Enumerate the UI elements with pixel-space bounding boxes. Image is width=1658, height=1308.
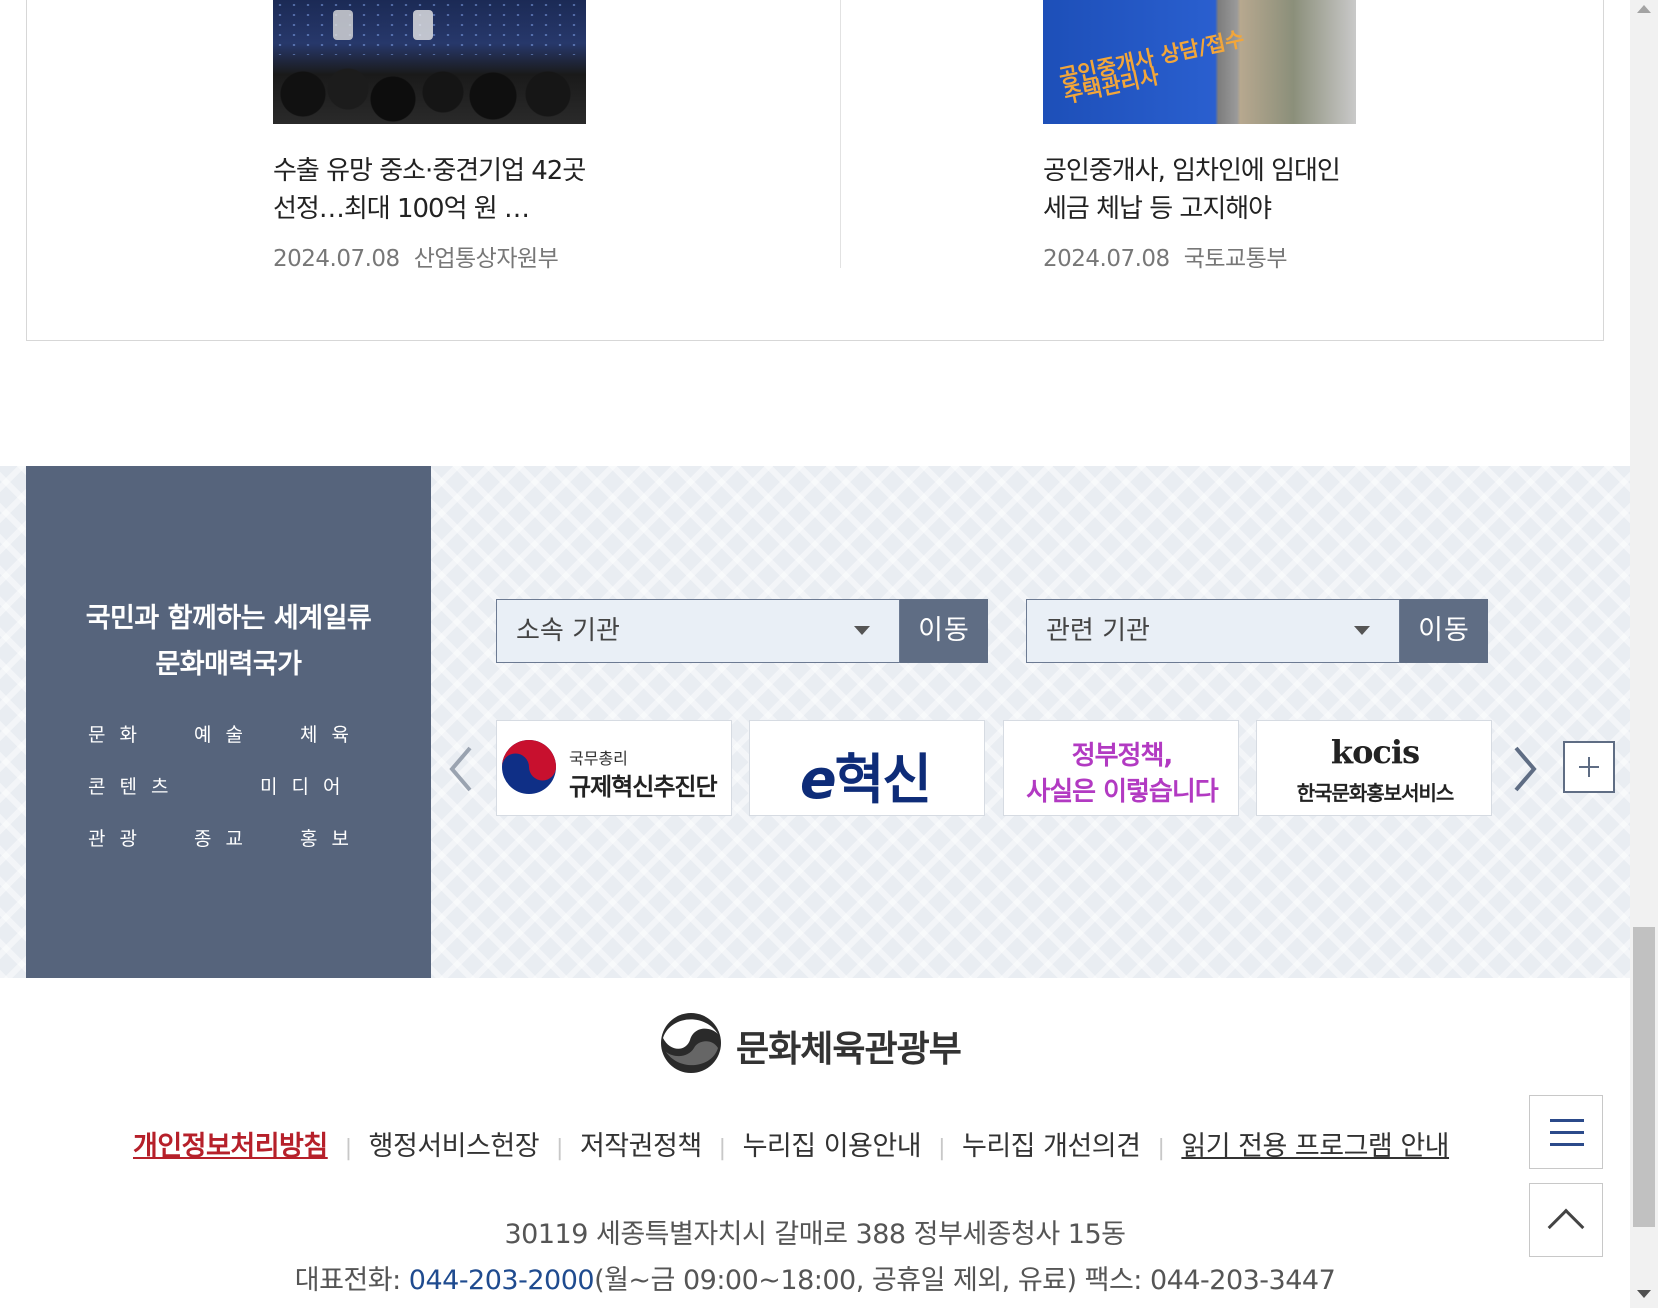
slogan-line-1: 국민과 함께하는 세계일류	[85, 603, 372, 634]
reader-program-link[interactable]: 읽기 전용 프로그램 안내	[1181, 1131, 1449, 1162]
taeguk-mono-icon	[661, 1013, 721, 1073]
footer-links: 개인정보처리방침 | 행정서비스헌장 | 저작권정책 | 누리집 이용안내 | 누리집 개선의견…	[133, 1124, 1513, 1163]
banner-e-innovation[interactable]: e혁신	[749, 720, 985, 816]
tel-number[interactable]: 044-203-2000	[409, 1265, 595, 1296]
tel-hours-fax: (월~금 09:00~18:00, 공휴일 제외, 유료) 팩스: 044-20…	[594, 1265, 1336, 1296]
caret-down-icon	[1354, 626, 1370, 635]
keyword: 예술	[194, 724, 257, 746]
e-letter: e	[800, 748, 837, 811]
keyword: 종교	[194, 828, 257, 850]
banner-line-2: 사실은 이렇습니다	[1026, 777, 1218, 807]
scroll-up-arrow-icon[interactable]	[1637, 5, 1651, 13]
scroll-thumb[interactable]	[1633, 927, 1655, 1227]
keyword: 미디어	[260, 776, 355, 798]
news-item-realtor[interactable]: 공인중개사 상담/접수 주택관리사 공인중개사, 임차인에 임대인 세금 체납 …	[1043, 0, 1363, 273]
menu-bar	[1550, 1143, 1584, 1146]
menu-bar	[1550, 1119, 1584, 1122]
innovation-text: 혁신	[834, 748, 932, 811]
chevron-shape	[1547, 1208, 1585, 1246]
related-agency-select[interactable]: 관련 기관	[1026, 599, 1400, 663]
affiliated-agency-select[interactable]: 소속 기관	[496, 599, 900, 663]
chevron-left-icon[interactable]	[446, 744, 476, 794]
banner-kocis[interactable]: kocis 한국문화홍보서비스	[1256, 720, 1492, 816]
news-item-export[interactable]: 수출 유망 중소·중견기업 42곳 선정…최대 100억 원 … 2024.07…	[273, 0, 593, 273]
news-source: 국토교통부	[1183, 246, 1288, 272]
banner-policy-facts[interactable]: 정부정책, 사실은 이렇습니다	[1003, 720, 1239, 816]
link-separator: |	[938, 1136, 945, 1161]
thumbnail-lamps	[333, 10, 353, 40]
plus-icon[interactable]	[1563, 741, 1615, 793]
keyword: 콘텐츠	[88, 776, 183, 798]
site-feedback-link[interactable]: 누리집 개선의견	[962, 1131, 1141, 1162]
link-separator: |	[1157, 1136, 1165, 1161]
news-date: 2024.07.08	[273, 246, 400, 272]
taeguk-logo-icon	[502, 740, 556, 794]
keyword: 관광	[88, 828, 151, 850]
caret-down-icon	[854, 626, 870, 635]
banner-big-text: 규제혁신추진단	[569, 773, 718, 801]
site-usage-link[interactable]: 누리집 이용안내	[743, 1131, 922, 1162]
news-thumbnail[interactable]: 공인중개사 상담/접수 주택관리사	[1043, 0, 1356, 124]
slogan-panel: 국민과 함께하는 세계일류 문화매력국가 문화 예술 체육 콘텐츠 미디어 관광…	[26, 466, 431, 978]
keyword: 문화	[88, 724, 151, 746]
news-date: 2024.07.08	[1043, 246, 1170, 272]
privacy-policy-link[interactable]: 개인정보처리방침	[133, 1131, 328, 1162]
news-meta: 2024.07.08 산업통상자원부	[273, 239, 593, 273]
chevron-right-icon[interactable]	[1510, 744, 1540, 794]
e-innovation-logo: e혁신	[800, 735, 932, 814]
service-charter-link[interactable]: 행정서비스헌장	[369, 1131, 540, 1162]
kocis-subtitle: 한국문화홍보서비스	[1296, 781, 1455, 805]
thumbnail-stage-lights	[273, 0, 586, 55]
slogan-line-2: 문화매력국가	[155, 649, 302, 680]
banner-line-1: 정부정책,	[1071, 741, 1174, 771]
tel-label: 대표전화:	[294, 1265, 409, 1296]
footer-contact: 대표전화: 044-203-2000(월~금 09:00~18:00, 공휴일 …	[0, 1258, 1630, 1297]
kocis-logo: kocis	[1330, 733, 1420, 771]
news-card-panel	[26, 0, 1604, 341]
select-value: 소속 기관	[516, 616, 620, 646]
menu-bar	[1550, 1131, 1584, 1134]
news-title[interactable]: 수출 유망 중소·중견기업 42곳 선정…최대 100억 원 …	[273, 152, 588, 228]
thumbnail-audience	[273, 54, 586, 124]
news-title[interactable]: 공인중개사, 임차인에 임대인 세금 체납 등 고지해야	[1043, 152, 1358, 228]
link-separator: |	[718, 1136, 726, 1161]
news-thumbnail[interactable]	[273, 0, 586, 124]
link-separator: |	[344, 1136, 352, 1161]
chevron-up-icon[interactable]	[1529, 1183, 1603, 1257]
link-separator: |	[556, 1136, 563, 1161]
news-meta: 2024.07.08 국토교통부	[1043, 239, 1363, 273]
scroll-down-arrow-icon[interactable]	[1637, 1290, 1651, 1298]
banner-small-text: 국무총리	[569, 749, 628, 768]
copyright-policy-link[interactable]: 저작권정책	[580, 1131, 702, 1162]
affiliated-go-button[interactable]: 이동	[900, 599, 988, 663]
slogan-title: 국민과 함께하는 세계일류 문화매력국가	[26, 596, 431, 688]
keyword: 홍보	[300, 828, 363, 850]
page-scrollbar[interactable]	[1630, 0, 1658, 1308]
select-value: 관련 기관	[1046, 616, 1150, 646]
related-go-button[interactable]: 이동	[1400, 599, 1488, 663]
news-divider	[840, 0, 841, 268]
banner-regulation-innovation[interactable]: 국무총리 규제혁신추진단	[496, 720, 732, 816]
hamburger-icon[interactable]	[1529, 1095, 1603, 1169]
keyword: 체육	[300, 724, 363, 746]
footer-address: 30119 세종특별자치시 갈매로 388 정부세종청사 15동	[504, 1219, 1126, 1250]
news-source: 산업통상자원부	[413, 246, 559, 272]
ministry-name: 문화체육관광부	[736, 1029, 962, 1070]
